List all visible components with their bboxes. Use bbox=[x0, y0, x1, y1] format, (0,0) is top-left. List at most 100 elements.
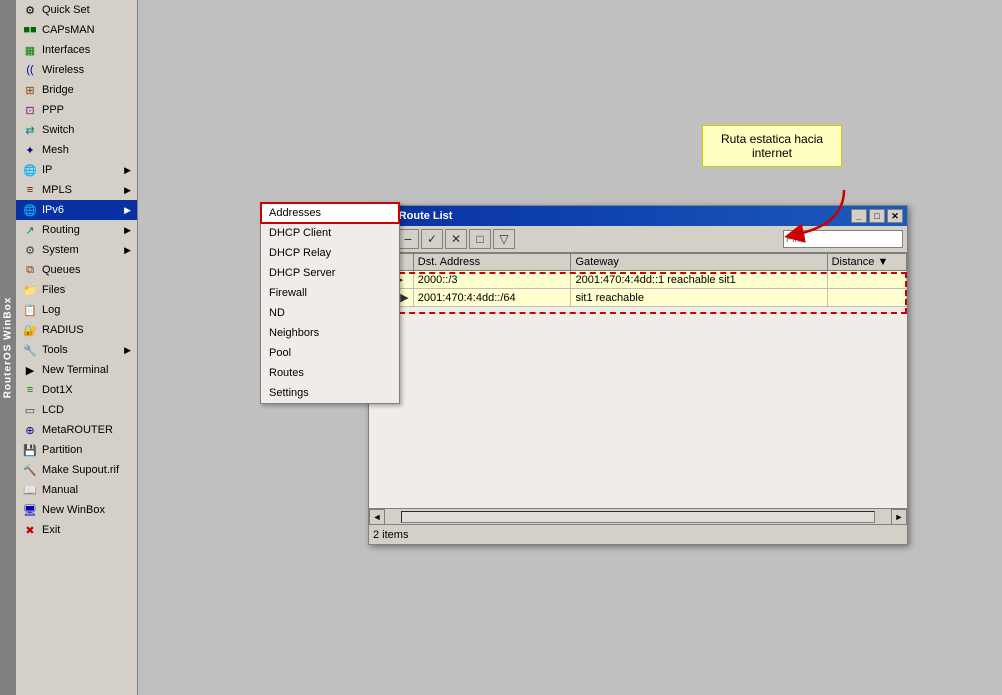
submenu-item-firewall[interactable]: Firewall bbox=[261, 283, 399, 303]
sidebar-item-log[interactable]: 📋 Log bbox=[16, 300, 137, 320]
tooltip-text: Ruta estatica hacia internet bbox=[721, 132, 823, 160]
sidebar-item-interfaces[interactable]: ▦ Interfaces bbox=[16, 40, 137, 60]
sidebar-label-tools: Tools bbox=[42, 344, 68, 356]
sidebar-item-ip[interactable]: 🌐 IP ▶ bbox=[16, 160, 137, 180]
sidebar-item-mesh[interactable]: ✦ Mesh bbox=[16, 140, 137, 160]
submenu-item-nd[interactable]: ND bbox=[261, 303, 399, 323]
row2-gateway: sit1 reachable bbox=[571, 289, 827, 307]
submenu-item-dhcp-relay[interactable]: DHCP Relay bbox=[261, 243, 399, 263]
sidebar-label-radius: RADIUS bbox=[42, 324, 84, 336]
submenu-label-dhcp-relay: DHCP Relay bbox=[269, 247, 331, 259]
check-button[interactable]: ✓ bbox=[421, 229, 443, 249]
sidebar-label-queues: Queues bbox=[42, 264, 81, 276]
close-button[interactable]: ✕ bbox=[887, 209, 903, 223]
submenu-item-addresses[interactable]: Addresses bbox=[261, 203, 399, 223]
queues-icon: ⧉ bbox=[22, 262, 38, 278]
switch-icon: ⇄ bbox=[22, 122, 38, 138]
system-icon: ⚙ bbox=[22, 242, 38, 258]
sidebar-item-dot1x[interactable]: ≡ Dot1X bbox=[16, 380, 137, 400]
tools-arrow: ▶ bbox=[124, 345, 131, 356]
table-row[interactable]: DAC ▶ 2001:470:4:4dd::/64 sit1 reachable bbox=[370, 289, 907, 307]
sidebar-label-routing: Routing bbox=[42, 224, 80, 236]
sidebar-label-partition: Partition bbox=[42, 444, 82, 456]
mpls-arrow: ▶ bbox=[124, 185, 131, 196]
ip-icon: 🌐 bbox=[22, 162, 38, 178]
submenu-label-addresses: Addresses bbox=[269, 207, 321, 219]
sidebar-item-exit[interactable]: ✖ Exit bbox=[16, 520, 137, 540]
submenu-item-routes[interactable]: Routes bbox=[261, 363, 399, 383]
sidebar-item-new-terminal[interactable]: ▶ New Terminal bbox=[16, 360, 137, 380]
sidebar: ⚙ Quick Set ■■ CAPsMAN ▦ Interfaces (( W… bbox=[16, 0, 138, 695]
sidebar-label-metarouter: MetaROUTER bbox=[42, 424, 113, 436]
sidebar-label-quick-set: Quick Set bbox=[42, 4, 90, 16]
quick-set-icon: ⚙ bbox=[22, 2, 38, 18]
sidebar-label-ip: IP bbox=[42, 164, 52, 176]
system-arrow: ▶ bbox=[124, 245, 131, 256]
cross-button[interactable]: ✕ bbox=[445, 229, 467, 249]
scroll-left-button[interactable]: ◄ bbox=[369, 509, 385, 525]
submenu-label-dhcp-client: DHCP Client bbox=[269, 227, 331, 239]
tools-icon: 🔧 bbox=[22, 342, 38, 358]
table-row[interactable]: AS ▶ 2000::/3 2001:470:4:4dd::1 reachabl… bbox=[370, 271, 907, 289]
sidebar-item-system[interactable]: ⚙ System ▶ bbox=[16, 240, 137, 260]
sidebar-item-make-supout[interactable]: 🔨 Make Supout.rif bbox=[16, 460, 137, 480]
submenu-item-dhcp-client[interactable]: DHCP Client bbox=[261, 223, 399, 243]
status-text: 2 items bbox=[373, 529, 408, 541]
ip-arrow: ▶ bbox=[124, 165, 131, 176]
sidebar-item-partition[interactable]: 💾 Partition bbox=[16, 440, 137, 460]
submenu-item-settings[interactable]: Settings bbox=[261, 383, 399, 403]
sidebar-item-new-winbox[interactable]: 🖥 New WinBox bbox=[16, 500, 137, 520]
sidebar-item-bridge[interactable]: ⊞ Bridge bbox=[16, 80, 137, 100]
sidebar-item-radius[interactable]: 🔐 RADIUS bbox=[16, 320, 137, 340]
copy-button[interactable]: □ bbox=[469, 229, 491, 249]
sidebar-label-interfaces: Interfaces bbox=[42, 44, 90, 56]
wireless-icon: (( bbox=[22, 62, 38, 78]
lcd-icon: ▭ bbox=[22, 402, 38, 418]
dot1x-icon: ≡ bbox=[22, 382, 38, 398]
restore-button[interactable]: □ bbox=[869, 209, 885, 223]
sidebar-label-mpls: MPLS bbox=[42, 184, 72, 196]
sidebar-label-lcd: LCD bbox=[42, 404, 64, 416]
scroll-right-button[interactable]: ► bbox=[891, 509, 907, 525]
sidebar-item-switch[interactable]: ⇄ Switch bbox=[16, 120, 137, 140]
sidebar-label-wireless: Wireless bbox=[42, 64, 84, 76]
sidebar-item-ipv6[interactable]: 🌐 IPv6 ▶ bbox=[16, 200, 137, 220]
sidebar-item-mpls[interactable]: ≡ MPLS ▶ bbox=[16, 180, 137, 200]
filter-button[interactable]: ▽ bbox=[493, 229, 515, 249]
row1-distance bbox=[827, 271, 906, 289]
scrollbar-track[interactable] bbox=[401, 511, 875, 523]
vertical-label: RouterOS WinBox bbox=[0, 0, 16, 695]
sidebar-item-manual[interactable]: 📖 Manual bbox=[16, 480, 137, 500]
sidebar-item-files[interactable]: 📁 Files bbox=[16, 280, 137, 300]
sidebar-label-files: Files bbox=[42, 284, 65, 296]
ipv6-submenu: Addresses DHCP Client DHCP Relay DHCP Se… bbox=[260, 202, 400, 404]
sidebar-label-manual: Manual bbox=[42, 484, 78, 496]
sidebar-item-ppp[interactable]: ⊡ PPP bbox=[16, 100, 137, 120]
interfaces-icon: ▦ bbox=[22, 42, 38, 58]
submenu-item-pool[interactable]: Pool bbox=[261, 343, 399, 363]
row1-gateway: 2001:470:4:4dd::1 reachable sit1 bbox=[571, 271, 827, 289]
sidebar-label-dot1x: Dot1X bbox=[42, 384, 73, 396]
sidebar-item-capsman[interactable]: ■■ CAPsMAN bbox=[16, 20, 137, 40]
submenu-label-neighbors: Neighbors bbox=[269, 327, 319, 339]
remove-button[interactable]: − bbox=[397, 229, 419, 249]
sidebar-item-routing[interactable]: ↗ Routing ▶ bbox=[16, 220, 137, 240]
files-icon: 📁 bbox=[22, 282, 38, 298]
tooltip-box: Ruta estatica hacia internet bbox=[702, 125, 842, 167]
sidebar-label-exit: Exit bbox=[42, 524, 60, 536]
log-icon: 📋 bbox=[22, 302, 38, 318]
sidebar-item-wireless[interactable]: (( Wireless bbox=[16, 60, 137, 80]
ipv6-arrow: ▶ bbox=[124, 205, 131, 216]
col-dst-address: Dst. Address bbox=[413, 254, 571, 271]
sidebar-item-quick-set[interactable]: ⚙ Quick Set bbox=[16, 0, 137, 20]
table-header-row: Dst. Address Gateway Distance ▼ bbox=[370, 254, 907, 271]
table-container: Dst. Address Gateway Distance ▼ AS ▶ 200… bbox=[369, 253, 907, 528]
submenu-item-neighbors[interactable]: Neighbors bbox=[261, 323, 399, 343]
mpls-icon: ≡ bbox=[22, 182, 38, 198]
sidebar-item-lcd[interactable]: ▭ LCD bbox=[16, 400, 137, 420]
sidebar-item-queues[interactable]: ⧉ Queues bbox=[16, 260, 137, 280]
main-area: Addresses DHCP Client DHCP Relay DHCP Se… bbox=[138, 0, 1002, 695]
sidebar-item-tools[interactable]: 🔧 Tools ▶ bbox=[16, 340, 137, 360]
sidebar-item-metarouter[interactable]: ⊕ MetaROUTER bbox=[16, 420, 137, 440]
submenu-item-dhcp-server[interactable]: DHCP Server bbox=[261, 263, 399, 283]
